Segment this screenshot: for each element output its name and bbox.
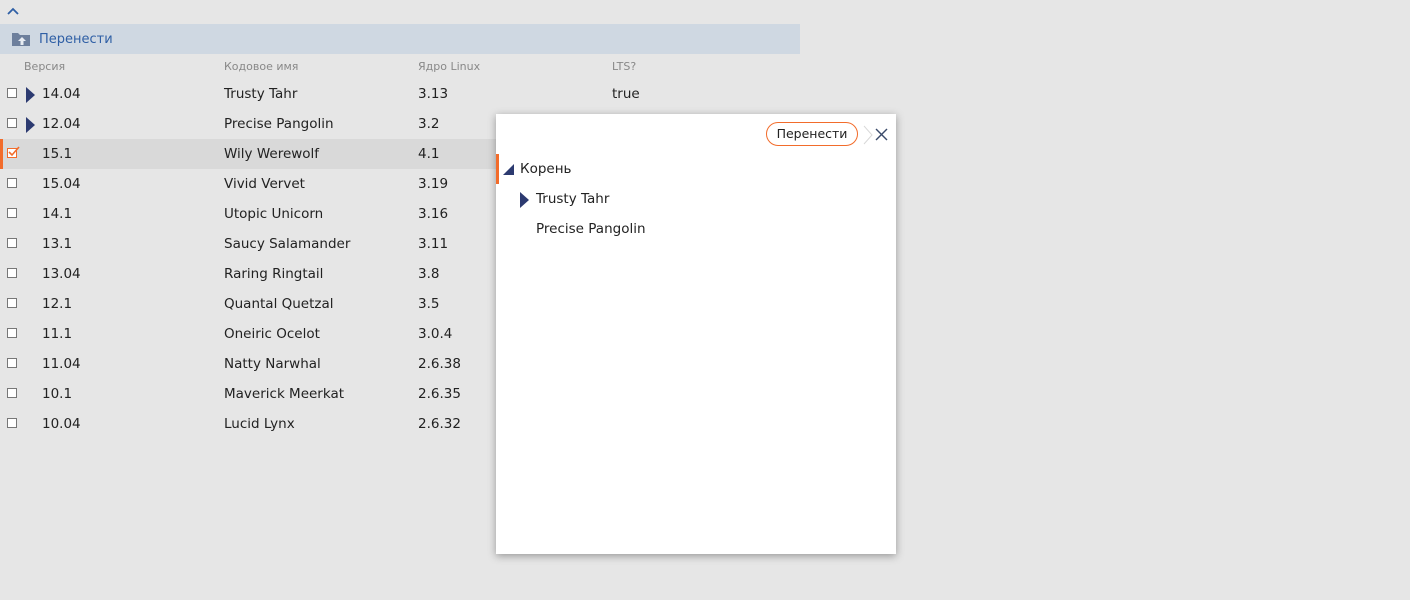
cell-codename: Quantal Quetzal xyxy=(224,296,334,312)
cell-kernel: 3.16 xyxy=(418,206,449,222)
cell-kernel: 3.2 xyxy=(418,116,440,132)
collapse-bar xyxy=(0,0,800,24)
cell-kernel: 2.6.35 xyxy=(418,386,461,402)
toolbar: Перенести xyxy=(0,24,800,54)
cell-codename: Oneiric Ocelot xyxy=(224,326,320,342)
cell-codename: Utopic Unicorn xyxy=(224,206,324,222)
row-checkbox[interactable] xyxy=(7,388,17,398)
move-button-label: Перенести xyxy=(39,31,113,47)
cell-kernel: 3.8 xyxy=(418,266,440,282)
cell-lts: true xyxy=(612,86,640,102)
tree-node[interactable]: Precise Pangolin xyxy=(496,214,896,244)
cell-version: 13.04 xyxy=(42,266,81,282)
cell-version: 15.1 xyxy=(42,146,73,162)
cell-codename: Raring Ringtail xyxy=(224,266,324,282)
caret-right-icon[interactable] xyxy=(26,87,35,103)
cell-codename: Natty Narwhal xyxy=(224,356,321,372)
cell-kernel: 3.5 xyxy=(418,296,440,312)
row-checkbox[interactable] xyxy=(7,358,17,368)
cell-codename: Lucid Lynx xyxy=(224,416,295,432)
table-header: Версия Кодовое имя Ядро Linux LTS? xyxy=(0,54,800,80)
cell-codename: Trusty Tahr xyxy=(224,86,298,102)
cell-version: 11.1 xyxy=(42,326,73,342)
move-dialog: Перенести Корень Trusty Tahr Precise Pang… xyxy=(496,114,896,554)
dialog-move-button[interactable]: Перенести xyxy=(766,122,858,146)
checkmark-icon xyxy=(8,146,20,157)
row-checkbox[interactable] xyxy=(7,238,17,248)
cell-kernel: 3.11 xyxy=(418,236,449,252)
row-checkbox[interactable] xyxy=(7,146,20,158)
tree-node-label: Precise Pangolin xyxy=(536,221,646,237)
cell-kernel: 3.0.4 xyxy=(418,326,453,342)
cell-kernel: 3.19 xyxy=(418,176,449,192)
move-button[interactable]: Перенести xyxy=(11,30,113,48)
cell-version: 15.04 xyxy=(42,176,81,192)
cell-version: 12.04 xyxy=(42,116,81,132)
cell-codename: Saucy Salamander xyxy=(224,236,351,252)
column-header-lts[interactable]: LTS? xyxy=(612,60,636,73)
table-row[interactable]: 14.04 Trusty Tahr 3.13 true xyxy=(0,79,800,109)
column-header-codename[interactable]: Кодовое имя xyxy=(224,60,298,73)
cell-version: 11.04 xyxy=(42,356,81,372)
row-checkbox[interactable] xyxy=(7,208,17,218)
cell-codename: Precise Pangolin xyxy=(224,116,334,132)
cell-version: 13.1 xyxy=(42,236,73,252)
cell-codename: Maverick Meerkat xyxy=(224,386,345,402)
column-header-kernel[interactable]: Ядро Linux xyxy=(418,60,480,73)
cell-version: 14.1 xyxy=(42,206,73,222)
column-header-version[interactable]: Версия xyxy=(24,60,65,73)
row-checkbox[interactable] xyxy=(7,268,17,278)
row-checkbox[interactable] xyxy=(7,178,17,188)
tree-node-label: Trusty Tahr xyxy=(536,191,610,207)
cell-version: 14.04 xyxy=(42,86,81,102)
tree-node[interactable]: Trusty Tahr xyxy=(496,184,896,214)
row-checkbox[interactable] xyxy=(7,418,17,428)
cell-kernel: 4.1 xyxy=(418,146,440,162)
row-checkbox[interactable] xyxy=(7,328,17,338)
tree-root-label: Корень xyxy=(520,161,572,177)
cell-version: 10.1 xyxy=(42,386,73,402)
caret-right-icon[interactable] xyxy=(26,117,35,133)
close-icon[interactable] xyxy=(862,123,892,147)
chevron-up-icon[interactable] xyxy=(6,4,20,18)
cell-kernel: 2.6.38 xyxy=(418,356,461,372)
tree-root[interactable]: Корень xyxy=(496,154,896,184)
cell-version: 12.1 xyxy=(42,296,73,312)
cell-version: 10.04 xyxy=(42,416,81,432)
caret-right-icon[interactable] xyxy=(520,192,529,208)
cell-codename: Vivid Vervet xyxy=(224,176,305,192)
row-checkbox[interactable] xyxy=(7,88,17,98)
row-checkbox[interactable] xyxy=(7,298,17,308)
folder-upload-icon xyxy=(12,33,30,46)
caret-down-icon[interactable] xyxy=(503,164,514,175)
row-checkbox[interactable] xyxy=(7,118,17,128)
cell-kernel: 3.13 xyxy=(418,86,449,102)
cell-kernel: 2.6.32 xyxy=(418,416,461,432)
cell-codename: Wily Werewolf xyxy=(224,146,320,162)
